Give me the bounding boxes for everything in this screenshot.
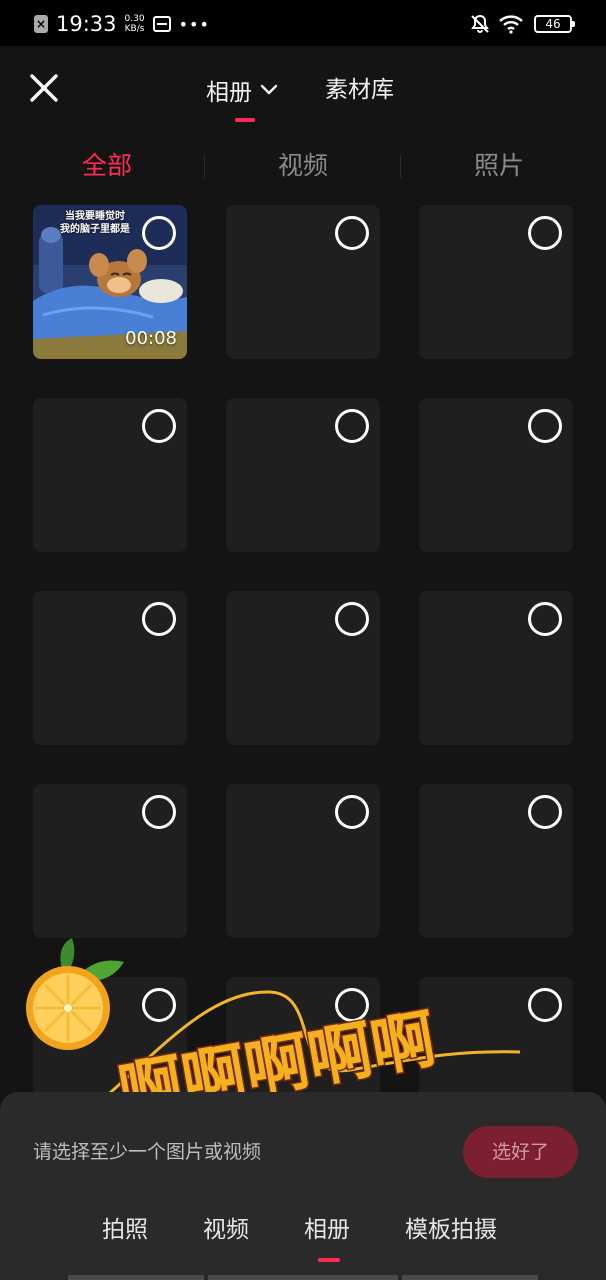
video-duration: 00:08 bbox=[125, 328, 177, 349]
select-circle-icon[interactable] bbox=[528, 602, 562, 636]
network-speed-value: 0.30 bbox=[124, 14, 145, 24]
gesture-bar bbox=[402, 1275, 538, 1280]
select-circle-icon[interactable] bbox=[528, 216, 562, 250]
select-circle-icon[interactable] bbox=[335, 409, 369, 443]
tab-album[interactable]: 相册 bbox=[206, 72, 278, 108]
media-item[interactable] bbox=[419, 205, 573, 359]
filter-all[interactable]: 全部 bbox=[47, 146, 167, 186]
select-circle-icon[interactable] bbox=[528, 795, 562, 829]
gesture-bar bbox=[208, 1275, 398, 1280]
filter-divider bbox=[204, 156, 205, 178]
filter-divider bbox=[400, 156, 401, 178]
media-item[interactable] bbox=[226, 591, 380, 745]
nav-template-shoot[interactable]: 模板拍摄 bbox=[405, 1212, 497, 1248]
select-circle-icon[interactable] bbox=[142, 795, 176, 829]
filter-video[interactable]: 视频 bbox=[243, 146, 363, 186]
select-circle-icon[interactable] bbox=[335, 988, 369, 1022]
tab-album-label: 相册 bbox=[206, 80, 252, 106]
select-circle-icon[interactable] bbox=[142, 216, 176, 250]
close-button[interactable] bbox=[24, 68, 64, 108]
video-caption-line: 我的脑子里都是 bbox=[60, 224, 130, 235]
select-circle-icon[interactable] bbox=[528, 988, 562, 1022]
video-caption: 当我要睡觉时 我的脑子里都是 bbox=[33, 210, 157, 236]
media-item[interactable] bbox=[33, 784, 187, 938]
video-caption-line: 当我要睡觉时 bbox=[65, 211, 125, 222]
media-item[interactable] bbox=[419, 591, 573, 745]
nav-photo[interactable]: 拍照 bbox=[102, 1212, 148, 1248]
media-item[interactable] bbox=[419, 398, 573, 552]
select-circle-icon[interactable] bbox=[335, 216, 369, 250]
battery-icon: 46 bbox=[534, 15, 575, 33]
tab-album-indicator bbox=[235, 118, 255, 122]
select-circle-icon[interactable] bbox=[335, 795, 369, 829]
tab-material-library[interactable]: 素材库 bbox=[325, 72, 394, 108]
nav-active-indicator bbox=[318, 1258, 340, 1262]
wifi-icon bbox=[499, 15, 523, 34]
select-circle-icon[interactable] bbox=[528, 409, 562, 443]
orange-leaf bbox=[60, 938, 75, 972]
status-bar: × 19:33 0.30 KB/s ••• 46 bbox=[0, 0, 606, 46]
nav-video[interactable]: 视频 bbox=[203, 1212, 249, 1248]
bell-muted-icon bbox=[471, 14, 489, 33]
status-time: 19:33 bbox=[56, 12, 117, 36]
select-circle-icon[interactable] bbox=[142, 409, 176, 443]
media-item[interactable] bbox=[226, 784, 380, 938]
network-speed-unit: KB/s bbox=[124, 24, 145, 34]
close-icon bbox=[30, 74, 58, 102]
media-item[interactable] bbox=[419, 784, 573, 938]
media-item[interactable] bbox=[33, 591, 187, 745]
sim-icon bbox=[152, 16, 171, 32]
filter-photo[interactable]: 照片 bbox=[439, 146, 559, 186]
nav-album[interactable]: 相册 bbox=[304, 1212, 350, 1248]
select-circle-icon[interactable] bbox=[335, 602, 369, 636]
media-item[interactable] bbox=[226, 205, 380, 359]
selection-hint: 请选择至少一个图片或视频 bbox=[33, 1141, 262, 1163]
select-circle-icon[interactable] bbox=[142, 602, 176, 636]
select-circle-icon[interactable] bbox=[142, 988, 176, 1022]
bottom-panel bbox=[0, 1092, 606, 1280]
media-item-video[interactable]: 当我要睡觉时 我的脑子里都是 00:08 bbox=[33, 205, 187, 359]
chevron-down-icon bbox=[260, 84, 278, 95]
media-item[interactable] bbox=[226, 398, 380, 552]
status-right: 46 bbox=[470, 12, 575, 36]
status-left: × 19:33 0.30 KB/s ••• bbox=[34, 12, 210, 36]
media-item[interactable] bbox=[33, 398, 187, 552]
confirm-button[interactable]: 选好了 bbox=[463, 1126, 578, 1178]
notification-x-icon: × bbox=[34, 15, 48, 33]
gesture-bar bbox=[68, 1275, 204, 1280]
more-dots-icon: ••• bbox=[178, 14, 210, 34]
network-speed: 0.30 KB/s bbox=[125, 14, 145, 34]
